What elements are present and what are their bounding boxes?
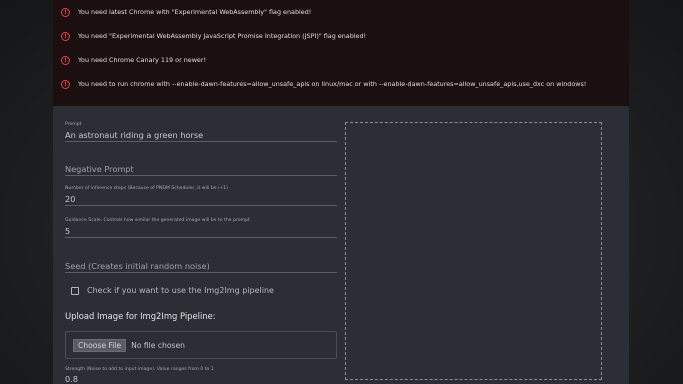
page: ! You need latest Chrome with "Experimen…	[0, 0, 683, 384]
alert-chrome-canary: ! You need Chrome Canary 119 or newer!	[61, 55, 621, 65]
alert-text: You need latest Chrome with "Experimenta…	[78, 8, 312, 16]
prompt-input[interactable]: An astronaut riding a green horse	[65, 128, 337, 142]
error-circle-icon: !	[61, 79, 70, 89]
generation-form-card: Prompt An astronaut riding a green horse…	[53, 106, 629, 384]
img2img-checkbox-label[interactable]: Check if you want to use the Img2Img pip…	[87, 286, 274, 295]
guidance-scale-input[interactable]: 5	[65, 224, 337, 238]
error-circle-icon: !	[61, 7, 70, 17]
img2img-checkbox[interactable]	[71, 286, 79, 295]
prompt-field[interactable]: Prompt An astronaut riding a green horse	[65, 122, 337, 142]
alert-jspi-flag: ! You need "Experimental WebAssembly Jav…	[61, 31, 621, 41]
choose-file-button[interactable]: Choose File	[73, 338, 127, 352]
guidance-scale-field[interactable]: Guidance Scale. Controls how similar the…	[65, 218, 337, 238]
inference-steps-field[interactable]: Number of inference steps (Because of PN…	[65, 186, 337, 206]
file-status-text: No file chosen	[131, 340, 185, 350]
seed-input[interactable]: Seed (Creates initial random noise)	[65, 259, 337, 273]
file-input[interactable]: Choose File No file chosen	[65, 331, 337, 359]
seed-field[interactable]: Seed (Creates initial random noise)	[65, 259, 337, 273]
error-circle-icon: !	[61, 31, 70, 41]
upload-image-title: Upload Image for Img2Img Pipeline:	[65, 311, 216, 321]
negative-prompt-field[interactable]: Negative Prompt	[65, 162, 337, 176]
negative-prompt-input[interactable]: Negative Prompt	[65, 162, 337, 176]
strength-input[interactable]: 0.8	[65, 373, 337, 384]
alert-text: You need Chrome Canary 119 or newer!	[78, 56, 207, 64]
output-image-canvas	[345, 122, 602, 380]
error-circle-icon: !	[61, 55, 70, 65]
alert-dawn-features: ! You need to run chrome with --enable-d…	[61, 79, 621, 89]
inference-steps-input[interactable]: 20	[65, 192, 337, 206]
img2img-checkbox-row[interactable]: Check if you want to use the Img2Img pip…	[71, 286, 274, 295]
alert-text: You need "Experimental WebAssembly JavaS…	[78, 32, 367, 40]
alert-text: You need to run chrome with --enable-daw…	[78, 80, 587, 88]
error-alerts-panel: ! You need latest Chrome with "Experimen…	[53, 0, 629, 106]
strength-field[interactable]: Strength (Noise to add to input image). …	[65, 367, 337, 384]
alert-experimental-wasm: ! You need latest Chrome with "Experimen…	[61, 7, 621, 17]
